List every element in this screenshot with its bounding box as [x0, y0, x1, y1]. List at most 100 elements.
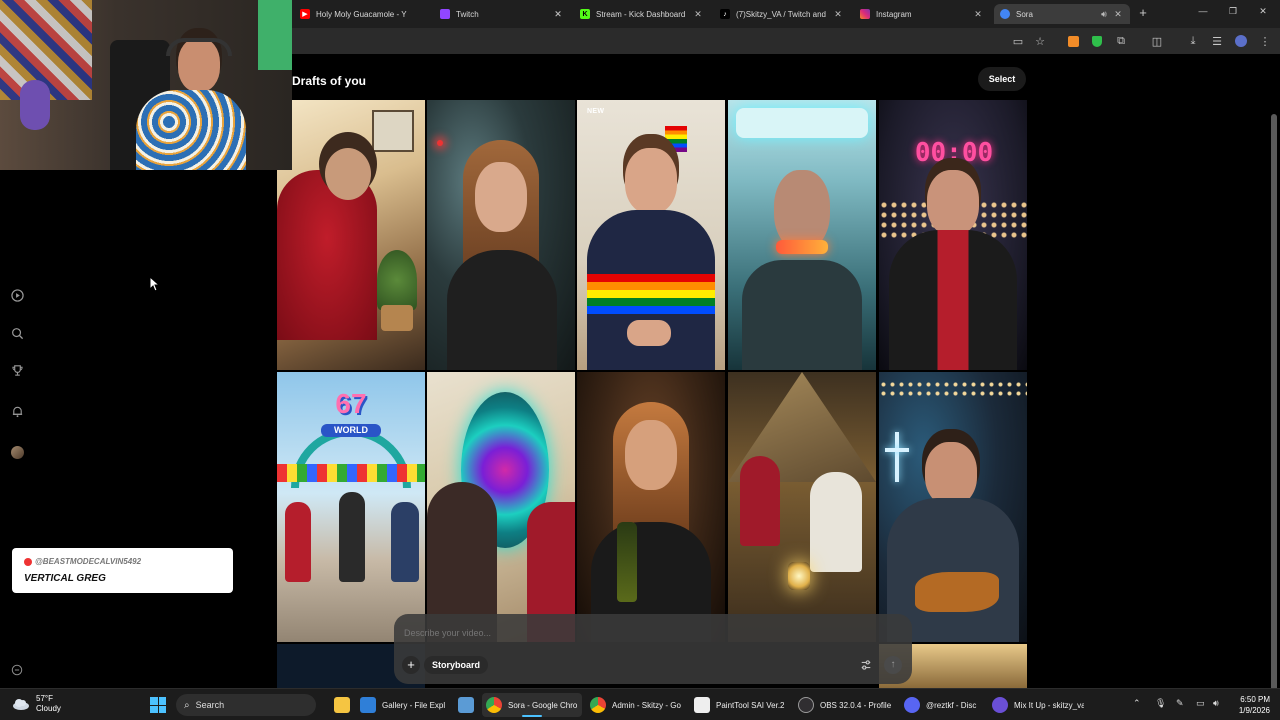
taskbar-obs[interactable]: OBS 32.0.4 - Profile — [794, 693, 896, 717]
file-explorer-icon — [334, 697, 350, 713]
taskbar-file-explorer[interactable] — [330, 693, 354, 717]
close-icon[interactable]: ✕ — [692, 9, 704, 20]
volume-icon[interactable]: 🔊︎ — [1213, 698, 1219, 709]
taskbar-mixitup[interactable]: Mix It Up - skitzy_va — [988, 693, 1084, 717]
chat-alert-card: @BEASTMODECALVIN5492 VERTICAL GREG — [12, 548, 233, 593]
bookmark-star-icon[interactable]: ☆ — [1033, 34, 1047, 48]
avatar[interactable] — [8, 443, 26, 461]
cast-icon[interactable]: ▭ — [1011, 34, 1025, 48]
tab-kick[interactable]: K Stream - Kick Dashboard ✕ — [574, 4, 710, 24]
clock-date: 1/9/2026 — [1238, 706, 1270, 715]
video-tile[interactable]: NEW — [577, 100, 725, 370]
tab-twitch[interactable]: Twitch ✕ — [434, 4, 570, 24]
weather-desc: Cloudy — [36, 704, 61, 713]
taskbar-app-label: Mix It Up - skitzy_va — [1014, 700, 1084, 710]
taskbar-painttool[interactable]: PaintTool SAI Ver.2 — [690, 693, 790, 717]
chat-username: @BEASTMODECALVIN5492 — [35, 557, 142, 566]
prompt-input[interactable] — [404, 628, 844, 638]
sign-subtext: WORLD — [321, 424, 381, 437]
chat-message: VERTICAL GREG — [24, 573, 106, 584]
close-icon[interactable]: ✕ — [552, 9, 564, 20]
taskbar-photos[interactable] — [454, 693, 480, 717]
tab-title: Stream - Kick Dashboard — [596, 9, 686, 19]
photos-icon — [458, 697, 474, 713]
taskbar-app-label: PaintTool SAI Ver.2 — [716, 700, 785, 710]
tab-instagram[interactable]: Instagram ✕ — [854, 4, 990, 24]
restore-button[interactable]: ❐ — [1224, 6, 1242, 17]
instagram-icon — [860, 9, 870, 19]
chevron-up-icon[interactable]: ⌃ — [1133, 698, 1141, 709]
extension-shield-icon[interactable] — [1090, 34, 1104, 48]
video-tile[interactable]: 67 WORLD — [277, 372, 425, 642]
search-label: Search — [195, 700, 225, 710]
side-panel-icon[interactable]: ◫ — [1150, 34, 1164, 48]
tab-title: (7)Skitzy_VA / Twitch and — [736, 9, 826, 19]
drafts-grid: NEW 00:00 67 WORLD — [277, 100, 1027, 688]
taskbar-clock[interactable]: 6:50 PM 1/9/2026 — [1224, 694, 1270, 716]
search-icon: ⌕ — [184, 699, 190, 711]
reading-list-icon[interactable]: ☰ — [1210, 34, 1224, 48]
pen-icon[interactable]: ✎ — [1176, 698, 1184, 709]
extension-orange-icon[interactable] — [1066, 34, 1080, 48]
send-button[interactable]: ↑ — [884, 656, 902, 674]
taskbar-chrome-sora[interactable]: Sora - Google Chro — [482, 693, 582, 717]
weather-widget[interactable]: 57°F Cloudy — [12, 694, 61, 714]
cloud-icon — [13, 699, 29, 710]
minimize-button[interactable]: — — [1194, 6, 1212, 16]
tab-sora[interactable]: Sora 🔊︎ ✕ — [994, 4, 1130, 24]
video-tile[interactable] — [728, 100, 876, 370]
profile-avatar[interactable] — [1234, 34, 1248, 48]
video-tile[interactable] — [427, 100, 575, 370]
obs-icon — [798, 697, 814, 713]
video-tile[interactable] — [728, 372, 876, 642]
speaker-icon[interactable]: 🔊︎ — [1098, 9, 1110, 20]
taskbar-discord[interactable]: @reztkf - Disc — [900, 693, 984, 717]
taskbar-app-label: Gallery - File Expl — [382, 700, 446, 710]
video-tile[interactable] — [277, 100, 425, 370]
network-icon[interactable]: ▭ — [1196, 698, 1205, 709]
settings-icon[interactable] — [8, 661, 26, 679]
add-media-button[interactable]: + — [402, 656, 420, 674]
youtube-icon — [24, 557, 32, 566]
download-icon[interactable]: ⤓ — [1186, 34, 1200, 48]
painttool-icon — [694, 697, 710, 713]
chrome-icon — [590, 697, 606, 713]
start-button[interactable] — [150, 697, 166, 713]
tiktok-icon: ♪ — [720, 9, 730, 19]
window-close-button[interactable]: ✕ — [1254, 6, 1272, 17]
video-tile[interactable] — [879, 372, 1027, 642]
mouse-cursor-icon — [149, 275, 161, 297]
tab-tiktok[interactable]: ♪ (7)Skitzy_VA / Twitch and ✕ — [714, 4, 850, 24]
new-tab-button[interactable]: + — [1136, 6, 1150, 20]
search-icon[interactable] — [8, 324, 26, 342]
webcam-overlay — [0, 0, 292, 170]
discord-icon — [904, 697, 920, 713]
taskbar-chrome-admin[interactable]: Admin - Skitzy - Go — [586, 693, 686, 717]
sliders-icon[interactable] — [858, 656, 874, 674]
weather-temp: 57°F — [36, 694, 53, 703]
scrollbar-thumb[interactable] — [1271, 114, 1277, 720]
video-tile[interactable]: 00:00 — [879, 100, 1027, 370]
mixitup-icon — [992, 697, 1008, 713]
page-scrollbar[interactable] — [1271, 100, 1277, 720]
select-button[interactable]: Select — [978, 67, 1026, 91]
trophy-icon[interactable] — [8, 361, 26, 379]
taskbar-app-label: Admin - Skitzy - Go — [612, 700, 681, 710]
taskbar-gallery[interactable]: Gallery - File Expl — [356, 693, 450, 717]
prompt-composer: + Storyboard ↑ — [394, 614, 912, 684]
windows-taskbar: 57°F Cloudy ⌕ Search Gallery - File Expl … — [0, 688, 1280, 720]
close-icon[interactable]: ✕ — [972, 9, 984, 20]
close-icon[interactable]: ✕ — [1112, 9, 1124, 20]
tab-title: Instagram — [876, 9, 912, 19]
taskbar-search[interactable]: ⌕ Search — [176, 694, 316, 716]
close-icon[interactable]: ✕ — [832, 9, 844, 20]
taskbar-app-label: OBS 32.0.4 - Profile — [820, 700, 892, 710]
video-tile[interactable] — [427, 372, 575, 642]
play-icon[interactable] — [8, 286, 26, 304]
microphone-icon[interactable]: 🎙︎ — [1155, 698, 1166, 709]
video-tile[interactable] — [577, 372, 725, 642]
browser-menu-icon[interactable]: ⋮ — [1258, 34, 1272, 48]
storyboard-button[interactable]: Storyboard — [424, 656, 489, 674]
bell-icon[interactable] — [8, 402, 26, 420]
extensions-puzzle-icon[interactable]: ⧉ — [1114, 34, 1128, 48]
